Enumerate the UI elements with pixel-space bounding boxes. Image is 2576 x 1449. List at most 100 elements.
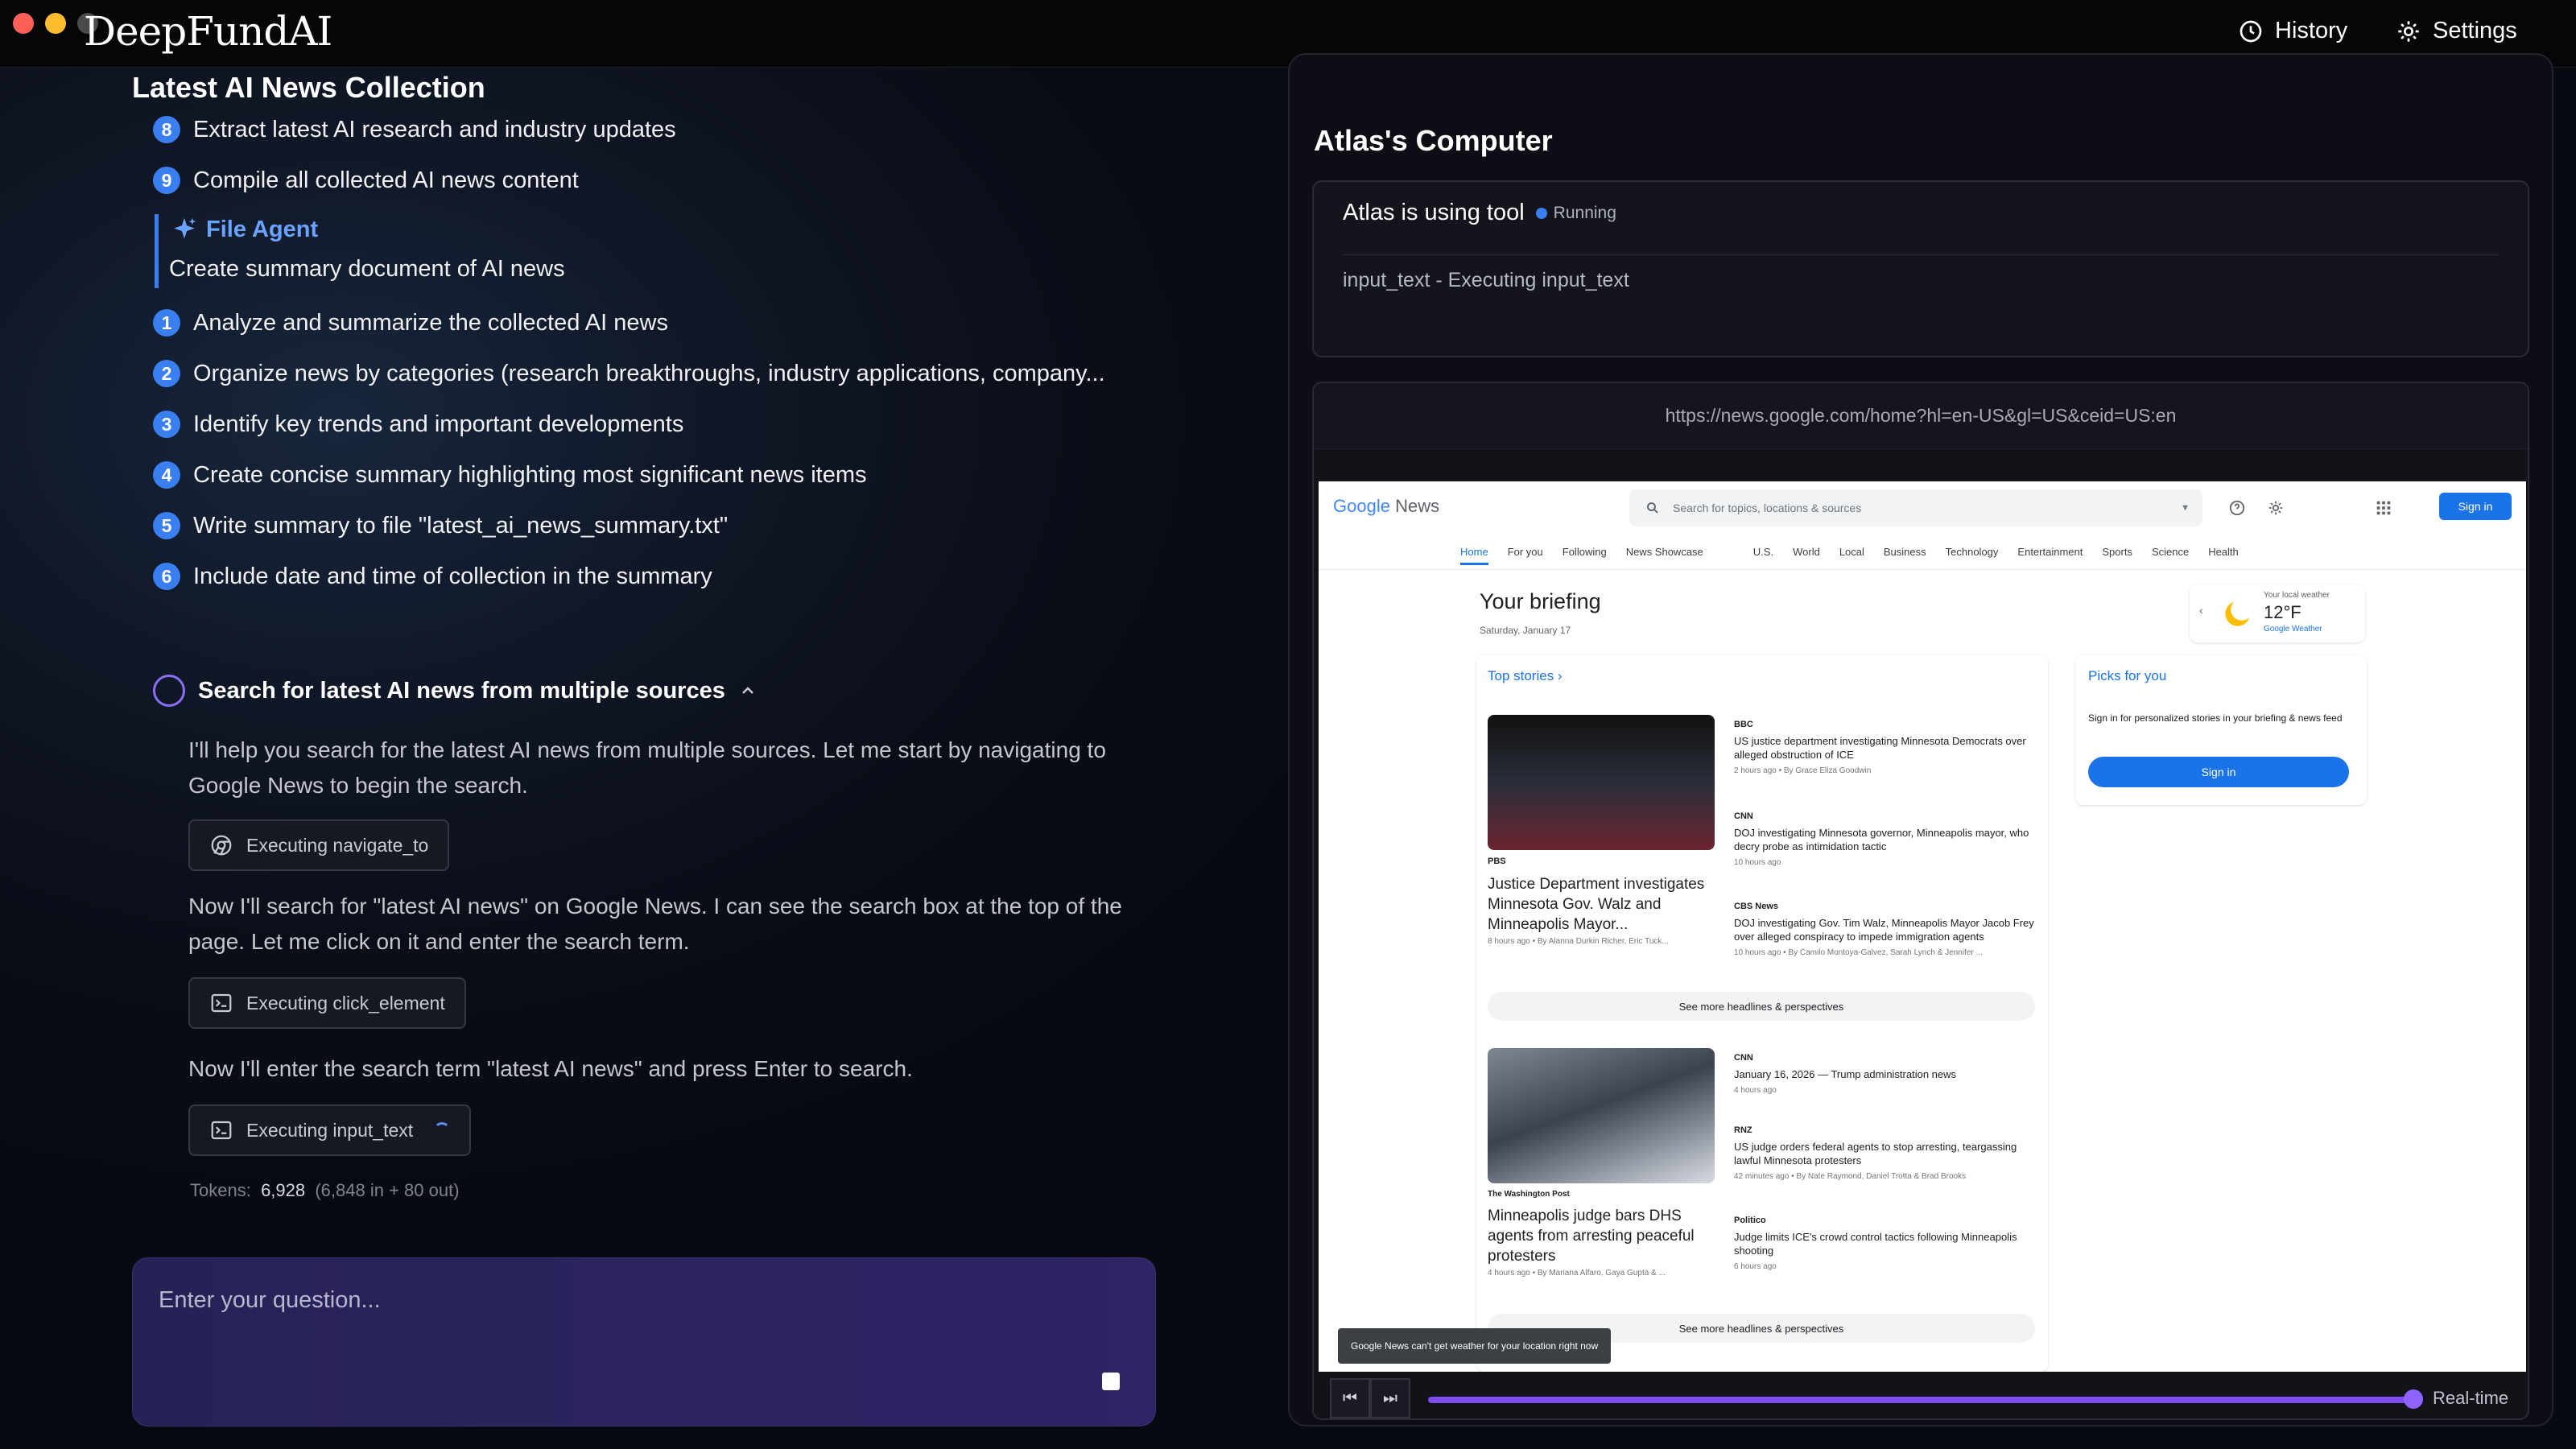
tool-status-text: Atlas is using tool <box>1343 200 1525 225</box>
playback-slider[interactable] <box>1428 1397 2410 1403</box>
tab-entertainment[interactable]: Entertainment <box>2017 546 2083 565</box>
story-source: BBC <box>1734 720 1753 729</box>
story-source: PBS <box>1488 857 1506 866</box>
related-story[interactable]: BBC US justice department investigating M… <box>1734 720 2040 775</box>
weather-source[interactable]: Google Weather <box>2264 625 2322 634</box>
top-stories-link[interactable]: Top stories › <box>1488 668 1563 684</box>
task-title: Latest AI News Collection <box>132 71 485 104</box>
story-headline: US justice department investigating Minn… <box>1734 735 2026 761</box>
story-image[interactable] <box>1488 1048 1715 1183</box>
weather-toast: Google News can't get weather for your l… <box>1338 1328 1612 1364</box>
history-label: History <box>2275 18 2348 43</box>
tab-home[interactable]: Home <box>1460 546 1488 565</box>
tab-us[interactable]: U.S. <box>1753 546 1773 565</box>
minimize-window-button[interactable] <box>45 13 66 34</box>
close-window-button[interactable] <box>13 13 34 34</box>
picks-title: Picks for you <box>2088 668 2167 683</box>
terminal-icon <box>211 993 232 1013</box>
tab-world[interactable]: World <box>1793 546 1820 565</box>
tool-status-line: Atlas is using tool Running <box>1343 200 1616 226</box>
playback-slider-handle[interactable] <box>2404 1389 2423 1409</box>
related-story[interactable]: CBS News DOJ investigating Gov. Tim Walz,… <box>1734 902 2040 957</box>
agent-message: Now I'll enter the search term "latest A… <box>188 1056 913 1081</box>
step-number: 3 <box>153 411 180 438</box>
tab-news-showcase[interactable]: News Showcase <box>1626 546 1703 565</box>
story-source: CNN <box>1734 1053 1753 1063</box>
history-button[interactable]: History <box>2238 18 2347 44</box>
settings-label: Settings <box>2433 18 2517 43</box>
tab-science[interactable]: Science <box>2152 546 2189 565</box>
step-item: 3 Identify key trends and important devel… <box>153 411 683 438</box>
tab-technology[interactable]: Technology <box>1946 546 1999 565</box>
tab-local[interactable]: Local <box>1839 546 1864 565</box>
briefing-title: Your briefing <box>1480 589 1601 613</box>
gnews-search-placeholder: Search for topics, locations & sources <box>1673 502 1862 514</box>
agent-name: File Agent <box>206 216 319 242</box>
related-story[interactable]: CNN January 16, 2026 — Trump administrati… <box>1734 1053 2040 1095</box>
browser-viewport: Google News Search for topics, locations… <box>1319 481 2526 1383</box>
gnews-search-field[interactable]: Search for topics, locations & sources ▼ <box>1629 489 2202 526</box>
step-number: 8 <box>153 116 180 143</box>
settings-button[interactable]: Settings <box>2396 18 2517 44</box>
top-stories-card: Top stories › PBS Justice Department inv… <box>1476 655 2048 1372</box>
story-meta: 4 hours ago <box>1734 1086 1777 1095</box>
agent-message: I'll help you search for the latest AI n… <box>188 737 1106 798</box>
related-story[interactable]: Politico Judge limits ICE's crowd control… <box>1734 1216 2040 1271</box>
skip-back-button[interactable]: ⏮ <box>1330 1378 1370 1418</box>
story-source: The Washington Post <box>1488 1190 1570 1199</box>
chevron-left-icon[interactable]: ‹ <box>2199 604 2203 617</box>
dropdown-icon[interactable]: ▼ <box>2181 503 2190 513</box>
tab-for-you[interactable]: For you <box>1508 546 1543 565</box>
picks-signin-button[interactable]: Sign in <box>2088 757 2349 787</box>
see-more-button[interactable]: See more headlines & perspectives <box>1488 992 2035 1021</box>
tool-chip-click[interactable]: Executing click_element <box>188 977 466 1029</box>
story-source: CNN <box>1734 811 1753 821</box>
weather-card[interactable]: ‹ Your local weather 12°F Google Weather <box>2190 584 2365 642</box>
story-headline[interactable]: Justice Department investigates Minnesot… <box>1488 874 1716 935</box>
step-text: Write summary to file "latest_ai_news_su… <box>193 512 729 539</box>
step-item: 1 Analyze and summarize the collected AI … <box>153 309 668 336</box>
step-text: Organize news by categories (research br… <box>193 360 1105 386</box>
agent-message: Now I'll search for "latest AI news" on … <box>188 894 1122 954</box>
related-story[interactable]: RNZ US judge orders federal agents to sto… <box>1734 1125 2040 1181</box>
gear-icon[interactable] <box>2267 499 2285 517</box>
section-toggle[interactable]: Search for latest AI news from multiple … <box>153 675 758 707</box>
news-wordmark: News <box>1395 496 1440 516</box>
google-wordmark: Google <box>1333 496 1390 516</box>
divider <box>1343 254 2499 255</box>
tab-following[interactable]: Following <box>1563 546 1607 565</box>
story-source: CBS News <box>1734 902 1779 911</box>
moon-icon <box>2225 601 2250 626</box>
tab-sports[interactable]: Sports <box>2102 546 2132 565</box>
apps-grid-icon[interactable] <box>2375 499 2392 517</box>
help-icon[interactable] <box>2228 499 2246 517</box>
question-input[interactable] <box>159 1287 1044 1314</box>
story-image[interactable] <box>1488 715 1715 850</box>
step-item: 5 Write summary to file "latest_ai_news_s… <box>153 512 728 539</box>
stop-button[interactable] <box>1102 1373 1120 1390</box>
story-headline: DOJ investigating Minnesota governor, Mi… <box>1734 827 2029 852</box>
related-story[interactable]: CNN DOJ investigating Minnesota governor,… <box>1734 811 2040 867</box>
terminal-icon <box>211 1121 232 1140</box>
tokens-value: 6,928 <box>261 1180 306 1200</box>
history-icon <box>2240 20 2262 42</box>
story-headline[interactable]: Minneapolis judge bars DHS agents from a… <box>1488 1206 1716 1266</box>
agent-accent-bar <box>155 214 159 288</box>
tool-chip-navigate[interactable]: Executing navigate_to <box>188 819 450 871</box>
status-circle-icon <box>153 675 185 707</box>
app-logo: DeepFundAI <box>84 8 332 55</box>
gnews-logo[interactable]: Google News <box>1333 496 1439 517</box>
step-item: 4 Create concise summary highlighting mos… <box>153 461 867 489</box>
tab-business[interactable]: Business <box>1884 546 1926 565</box>
tab-health[interactable]: Health <box>2208 546 2239 565</box>
tool-chip-label: Executing input_text <box>246 1119 414 1141</box>
realtime-label: Real-time <box>2433 1388 2509 1408</box>
computer-title: Atlas's Computer <box>1314 124 1553 157</box>
top-stories-label: Top stories <box>1488 668 1554 683</box>
skip-forward-button[interactable]: ⏭ <box>1370 1378 1410 1418</box>
gnews-signin-button[interactable]: Sign in <box>2439 493 2512 520</box>
tool-chip-input[interactable]: Executing input_text <box>188 1104 472 1156</box>
search-icon <box>1647 502 1658 514</box>
step-item: 8 Extract latest AI research and industr… <box>153 116 676 143</box>
gnews-header: Google News Search for topics, locations… <box>1319 481 2526 570</box>
